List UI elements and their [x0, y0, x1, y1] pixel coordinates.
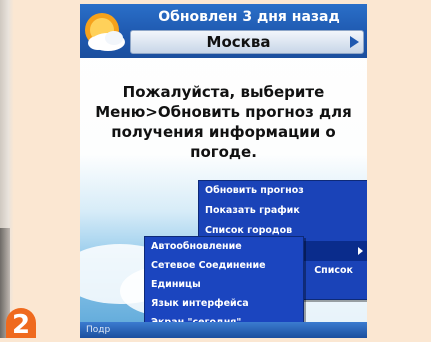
- submenu-item-units[interactable]: Единицы: [145, 275, 303, 295]
- settings-submenu: Автообновление Сетевое Соединение Единиц…: [144, 236, 304, 336]
- submenu-arrow-icon: [358, 247, 363, 255]
- phone-screen: Обновлен 3 дня назад Москва Пожалуйста, …: [80, 4, 367, 338]
- weather-sun-cloud-logo: [85, 13, 125, 51]
- soft-key-bar: Подр: [80, 322, 367, 338]
- weather-header: Обновлен 3 дня назад Москва: [80, 4, 367, 58]
- city-name: Москва: [206, 33, 271, 51]
- step-number-badge: 2: [6, 308, 36, 340]
- soft-key-left[interactable]: Подр: [86, 322, 110, 338]
- update-prompt-message: Пожалуйста, выберите Меню>Обновить прогн…: [95, 83, 352, 161]
- submenu-item-interface-language[interactable]: Язык интерфейса: [145, 294, 303, 314]
- last-updated-label: Обновлен 3 дня назад: [158, 9, 340, 25]
- city-selector[interactable]: Москва: [130, 30, 364, 54]
- submenu-item-network-connection[interactable]: Сетевое Соединение: [145, 256, 303, 276]
- menu-item-update-forecast[interactable]: Обновить прогноз: [199, 181, 367, 201]
- menu-item-show-chart[interactable]: Показать график: [199, 201, 367, 221]
- arrow-right-icon[interactable]: [350, 36, 359, 48]
- submenu-item-auto-update[interactable]: Автообновление: [145, 237, 303, 257]
